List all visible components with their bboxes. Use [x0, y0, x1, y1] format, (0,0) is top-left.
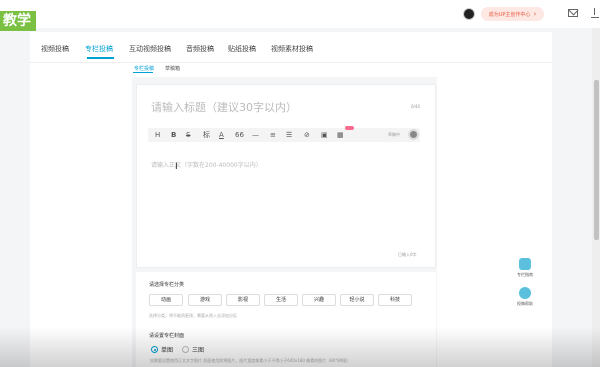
category-note: 选择分类，将不能再更改，需要从原入去添加分区: [149, 313, 237, 318]
category-option[interactable]: 科技: [378, 294, 412, 306]
divider-icon[interactable]: —: [252, 131, 259, 139]
creator-center-button[interactable]: 成为UP主创作中心 ›: [481, 7, 544, 21]
article-subtabs: 专栏投稿 草稿箱: [30, 63, 552, 77]
word-count: 已输入0字: [398, 252, 417, 257]
font-color-icon[interactable]: A: [219, 131, 224, 139]
right-panel: [437, 77, 552, 367]
title-input[interactable]: 请输入标题（建议30字以内）: [151, 99, 297, 115]
style-icon[interactable]: 标: [203, 131, 210, 139]
subtab-article-upload[interactable]: 专栏投稿: [134, 65, 154, 72]
tab-article[interactable]: 专栏投稿: [85, 44, 113, 54]
cover-single-radio[interactable]: [151, 346, 158, 353]
category-option[interactable]: 动画: [149, 294, 183, 306]
tab-sticker[interactable]: 贴纸投稿: [228, 44, 256, 54]
guide-icon: [519, 258, 531, 270]
active-tab-indicator: [87, 57, 114, 59]
quote-icon[interactable]: 66: [235, 131, 244, 139]
bullet-list-icon[interactable]: ☰: [286, 131, 292, 139]
subtab-drafts[interactable]: 草稿箱: [165, 65, 180, 72]
new-badge: [345, 126, 354, 130]
body-input[interactable]: 请输入正文（字数在200-40000字以内）: [151, 160, 262, 169]
help-chat-icon: [519, 287, 531, 299]
scrollbar-thumb[interactable]: [594, 80, 599, 240]
cover-note: 如需要设置使用正文文字图片 前面使用前将图片，图片宽度像素小于不得小于640x1…: [150, 358, 351, 363]
category-option[interactable]: 兴趣: [302, 294, 336, 306]
category-option[interactable]: 影视: [226, 294, 260, 306]
tab-audio[interactable]: 音频投稿: [186, 44, 214, 54]
upload-tabs: 视频投稿 专栏投稿 互动视频投稿 音频投稿 贴纸投稿 视频素材投稿: [30, 32, 552, 63]
cover-title: 请设置专栏封面: [149, 333, 185, 339]
link-icon[interactable]: ⊘: [304, 131, 310, 139]
mail-icon[interactable]: [568, 9, 578, 17]
ordered-list-icon[interactable]: ≡: [270, 131, 276, 139]
vote-icon[interactable]: ▦: [337, 131, 344, 139]
chevron-right-icon: ›: [533, 10, 537, 18]
guide-label: 专栏指南: [517, 272, 533, 277]
cover-triple-label: 三图: [192, 347, 205, 354]
text-cursor-icon: I: [175, 162, 178, 172]
category-title: 请选择专栏分类: [149, 282, 185, 288]
download-icon[interactable]: [591, 8, 600, 19]
brand-logo: 教学: [0, 11, 36, 31]
tab-video[interactable]: 视频投稿: [41, 44, 69, 54]
active-subtab-indicator: [133, 72, 153, 73]
tab-video-material[interactable]: 视频素材投稿: [271, 44, 313, 54]
category-option[interactable]: 生活: [264, 294, 298, 306]
help-button[interactable]: 投稿帮助: [511, 287, 539, 307]
category-option[interactable]: 游戏: [188, 294, 222, 306]
heading-icon[interactable]: H: [155, 131, 160, 139]
guide-button[interactable]: 专栏指南: [511, 258, 539, 278]
title-char-count: 0/40: [411, 104, 420, 109]
category-option[interactable]: 轻小说: [340, 294, 374, 306]
tab-interactive-video[interactable]: 互动视频投稿: [129, 44, 171, 54]
draft-status: 草稿中: [388, 132, 400, 137]
bold-icon[interactable]: B: [171, 131, 176, 139]
cover-triple-radio[interactable]: [182, 346, 189, 353]
avatar[interactable]: [463, 8, 475, 20]
cover-single-label: 单图: [161, 347, 174, 354]
settings-circle-icon[interactable]: [408, 129, 419, 140]
strikethrough-icon[interactable]: S: [186, 131, 190, 139]
left-panel: [30, 77, 132, 367]
creator-center-label: 成为UP主创作中心: [488, 12, 531, 18]
help-label: 投稿帮助: [517, 301, 533, 306]
image-icon[interactable]: ▣: [321, 131, 328, 139]
